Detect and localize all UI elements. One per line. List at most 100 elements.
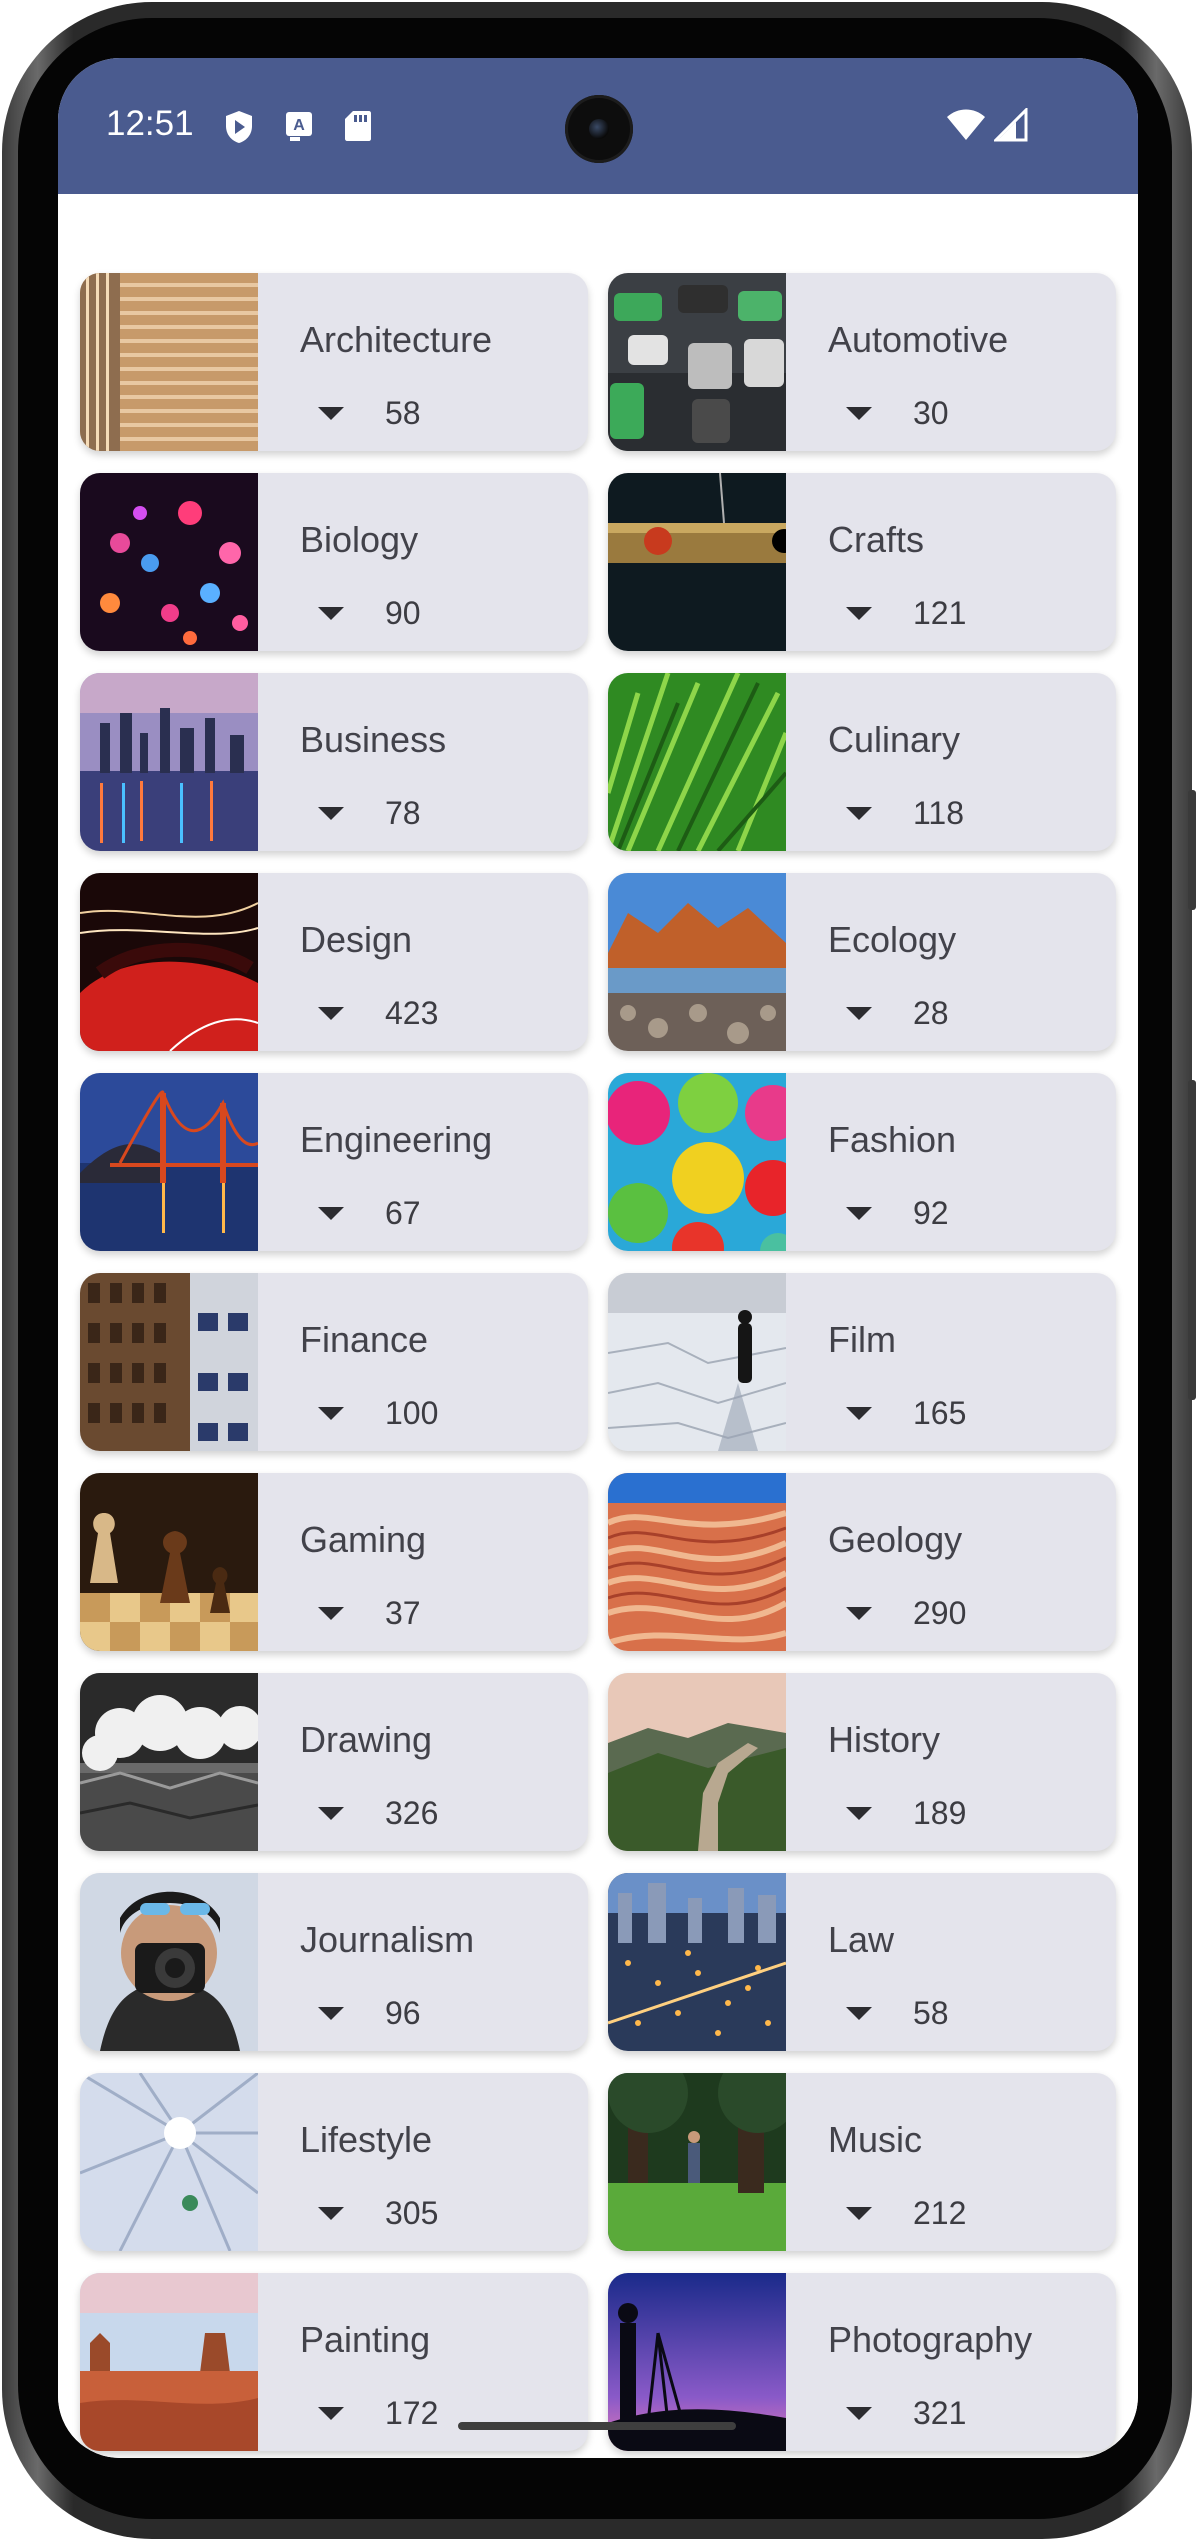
category-card[interactable]: Finance 100 — [80, 1273, 588, 1451]
category-count: 30 — [913, 395, 949, 431]
dropdown-arrow-icon[interactable] — [318, 2207, 344, 2220]
category-card[interactable]: Design 423 — [80, 873, 588, 1051]
dropdown-arrow-icon[interactable] — [846, 2207, 872, 2220]
biology-thumbnail — [80, 473, 258, 651]
gaming-thumbnail — [80, 1473, 258, 1651]
geology-thumbnail — [608, 1473, 786, 1651]
home-indicator[interactable] — [458, 2422, 736, 2430]
category-title: Finance — [300, 1319, 429, 1360]
category-card[interactable]: Film 165 — [608, 1273, 1116, 1451]
dropdown-arrow-icon[interactable] — [846, 407, 872, 420]
front-camera — [565, 95, 633, 163]
fashion-thumbnail — [608, 1073, 786, 1251]
category-count: 212 — [913, 2195, 967, 2231]
dropdown-arrow-icon[interactable] — [318, 1607, 344, 1620]
category-card[interactable]: Gaming 37 — [80, 1473, 588, 1651]
category-title: Fashion — [828, 1119, 957, 1160]
category-count: 321 — [913, 2395, 967, 2431]
dropdown-arrow-icon[interactable] — [846, 1407, 872, 1420]
category-title: Lifestyle — [300, 2119, 433, 2160]
category-card[interactable]: Engineering 67 — [80, 1073, 588, 1251]
category-count: 290 — [913, 1595, 967, 1631]
category-title: Design — [300, 919, 413, 960]
business-thumbnail — [80, 673, 258, 851]
volume-button — [1188, 1080, 1196, 1400]
category-card[interactable]: Biology 90 — [80, 473, 588, 651]
category-card[interactable]: Music 212 — [608, 2073, 1116, 2251]
dropdown-arrow-icon[interactable] — [846, 1007, 872, 1020]
wifi-icon — [947, 109, 985, 140]
category-count: 118 — [913, 795, 965, 831]
category-card[interactable]: Law 58 — [608, 1873, 1116, 2051]
dropdown-arrow-icon[interactable] — [846, 1207, 872, 1220]
category-grid[interactable]: Architecture 58 Automotive 30 Biology 90… — [58, 194, 1138, 2458]
category-count: 165 — [913, 1395, 967, 1431]
engineering-thumbnail — [80, 1073, 258, 1251]
category-count: 189 — [913, 1795, 967, 1831]
history-thumbnail — [608, 1673, 786, 1851]
design-thumbnail — [80, 873, 258, 1051]
dropdown-arrow-icon[interactable] — [846, 1607, 872, 1620]
power-button — [1188, 790, 1196, 910]
category-title: Geology — [828, 1519, 963, 1560]
category-title: Drawing — [300, 1719, 433, 1760]
dropdown-arrow-icon[interactable] — [846, 607, 872, 620]
category-count: 172 — [385, 2395, 439, 2431]
dropdown-arrow-icon[interactable] — [318, 1407, 344, 1420]
category-count: 326 — [385, 1795, 439, 1831]
category-count: 121 — [913, 595, 967, 631]
drawing-thumbnail — [80, 1673, 258, 1851]
category-card[interactable]: Culinary 118 — [608, 673, 1116, 851]
category-title: Engineering — [300, 1119, 493, 1160]
category-card[interactable]: Automotive 30 — [608, 273, 1116, 451]
category-card[interactable]: Geology 290 — [608, 1473, 1116, 1651]
category-count: 37 — [385, 1595, 421, 1631]
category-title: Business — [300, 719, 447, 760]
dropdown-arrow-icon[interactable] — [318, 1807, 344, 1820]
category-count: 78 — [385, 795, 421, 831]
dropdown-arrow-icon[interactable] — [318, 407, 344, 420]
category-card[interactable]: Fashion 92 — [608, 1073, 1116, 1251]
category-title: Gaming — [300, 1519, 427, 1560]
category-card[interactable]: Ecology 28 — [608, 873, 1116, 1051]
dropdown-arrow-icon[interactable] — [318, 1207, 344, 1220]
category-card[interactable]: Architecture 58 — [80, 273, 588, 451]
painting-thumbnail — [80, 2273, 258, 2451]
status-time: 12:51 — [106, 104, 194, 143]
category-count: 305 — [385, 2195, 439, 2231]
dropdown-arrow-icon[interactable] — [318, 807, 344, 820]
category-title: Music — [828, 2119, 923, 2160]
category-title: Film — [828, 1319, 896, 1360]
category-count: 92 — [913, 1195, 949, 1231]
svg-text:A: A — [293, 117, 305, 134]
category-title: Journalism — [300, 1919, 475, 1960]
category-card[interactable]: History 189 — [608, 1673, 1116, 1851]
law-thumbnail — [608, 1873, 786, 2051]
category-count: 58 — [385, 395, 421, 431]
translate-icon: A — [286, 112, 312, 141]
play-protect-icon — [226, 111, 252, 143]
category-count: 67 — [385, 1195, 421, 1231]
dropdown-arrow-icon[interactable] — [318, 607, 344, 620]
category-count: 90 — [385, 595, 421, 631]
dropdown-arrow-icon[interactable] — [846, 2007, 872, 2020]
dropdown-arrow-icon[interactable] — [846, 1807, 872, 1820]
phone-frame: 12:51 A Architecture 58 Automotive 30 Bi… — [0, 0, 1200, 2541]
architecture-thumbnail — [80, 273, 258, 451]
dropdown-arrow-icon[interactable] — [846, 2407, 872, 2420]
category-title: Biology — [300, 519, 419, 560]
category-count: 96 — [385, 1995, 421, 2031]
category-card[interactable]: Drawing 326 — [80, 1673, 588, 1851]
category-title: History — [828, 1719, 941, 1760]
culinary-thumbnail — [608, 673, 786, 851]
category-card[interactable]: Crafts 121 — [608, 473, 1116, 651]
category-card[interactable]: Journalism 96 — [80, 1873, 588, 2051]
cellular-signal-icon — [994, 108, 1028, 142]
dropdown-arrow-icon[interactable] — [846, 807, 872, 820]
dropdown-arrow-icon[interactable] — [318, 2407, 344, 2420]
dropdown-arrow-icon[interactable] — [318, 1007, 344, 1020]
dropdown-arrow-icon[interactable] — [318, 2007, 344, 2020]
category-card[interactable]: Business 78 — [80, 673, 588, 851]
category-title: Law — [828, 1919, 895, 1960]
category-card[interactable]: Lifestyle 305 — [80, 2073, 588, 2251]
